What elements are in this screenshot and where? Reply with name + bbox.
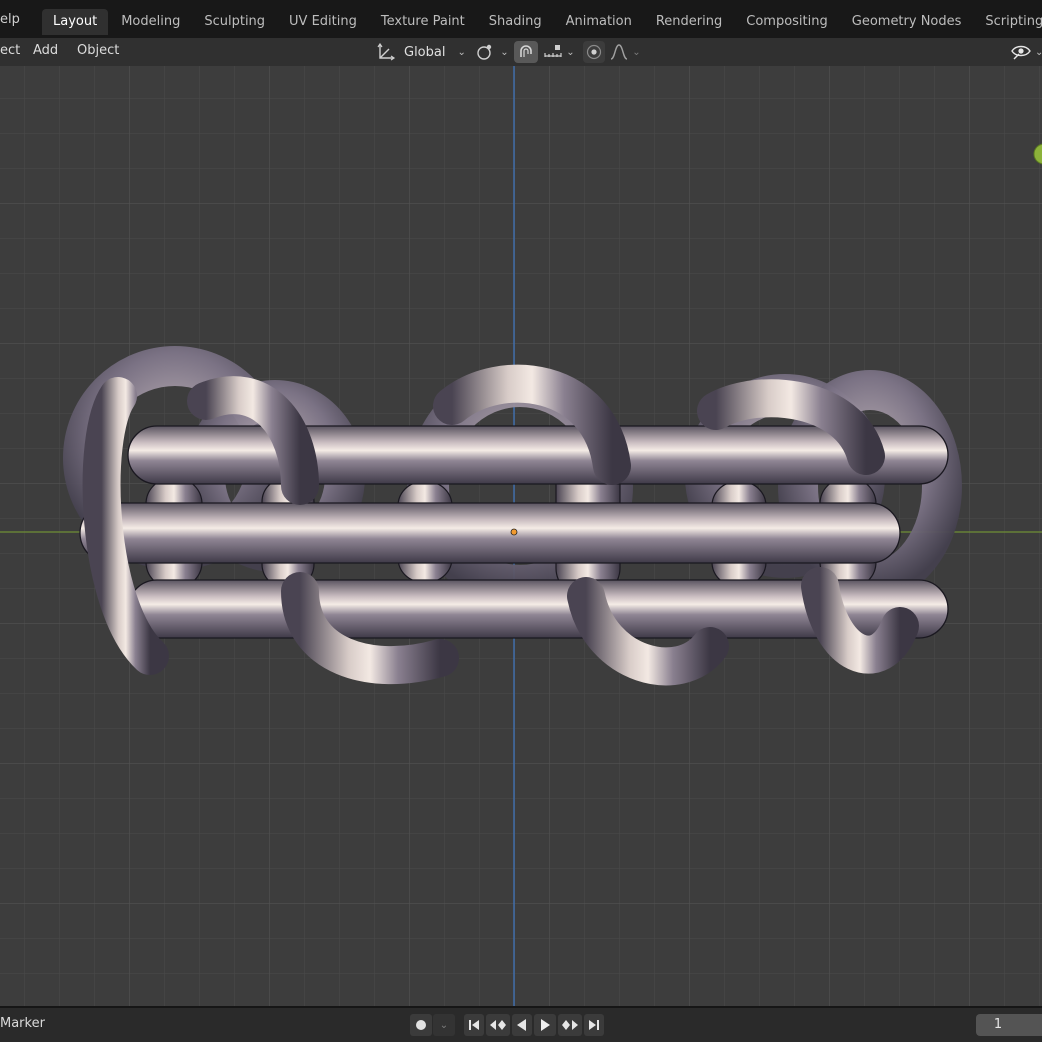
tab-texture-paint[interactable]: Texture Paint [370,9,476,35]
play-button[interactable] [534,1014,556,1036]
transform-orientation-dropdown[interactable]: Global ⌄ [372,41,468,63]
play-reverse-icon [517,1019,526,1031]
tab-animation[interactable]: Animation [555,9,643,35]
tab-modeling[interactable]: Modeling [110,9,191,35]
proportional-edit-toggle[interactable] [583,41,605,63]
tab-layout[interactable]: Layout [42,9,109,35]
jump-to-end-button[interactable] [584,1014,604,1036]
orientation-icon [377,43,396,61]
tab-shading[interactable]: Shading [478,9,553,35]
viewport-header: ect Add Object Global ⌄ ⌄ ⌄ ⌄ ⌄ [0,38,1042,66]
keying-dropdown[interactable]: ⌄ [433,1014,455,1036]
object-menu[interactable]: Object [77,43,119,58]
next-keyframe-icon [562,1020,578,1030]
tab-scripting[interactable]: Scripting [974,9,1042,35]
workspace-tabs: Layout Modeling Sculpting UV Editing Texture… [42,9,1042,35]
visibility-icon [1011,45,1031,60]
chevron-down-icon: ⌄ [439,1019,449,1031]
tab-uv-editing[interactable]: UV Editing [278,9,368,35]
middle-bar-strand [79,502,901,564]
pivot-icon [477,44,492,60]
jump-end-icon [589,1020,599,1030]
auto-keying-toggle[interactable] [410,1014,432,1036]
viewport-canvas[interactable] [0,66,1042,1006]
orientation-label: Global [404,44,446,60]
snap-increment-icon [544,45,562,57]
jump-prev-keyframe-button[interactable] [486,1014,510,1036]
timeline-bar: Marker ⌄ 1 [0,1006,1042,1042]
falloff-dropdown[interactable]: ⌄ [607,41,643,63]
tab-geometry-nodes[interactable]: Geometry Nodes [841,9,973,35]
object-visibility-dropdown[interactable]: ⌄ [1010,41,1042,63]
add-menu[interactable]: Add [33,43,58,58]
proportional-edit-icon [586,44,602,60]
jump-next-keyframe-button[interactable] [558,1014,582,1036]
top-bar-strand [127,425,949,485]
tab-compositing[interactable]: Compositing [735,9,839,35]
falloff-icon [611,44,628,60]
chevron-down-icon: ⌄ [566,46,575,58]
chevron-down-icon: ⌄ [500,46,509,58]
jump-to-start-button[interactable] [464,1014,484,1036]
record-icon [416,1020,426,1030]
help-menu[interactable]: elp [0,12,20,27]
select-menu[interactable]: ect [0,43,20,58]
snap-toggle[interactable] [514,41,538,63]
pivot-point-dropdown[interactable]: ⌄ [474,41,510,63]
object-origin-dot [510,528,518,536]
chevron-down-icon: ⌄ [632,46,641,58]
chevron-down-icon: ⌄ [457,46,466,58]
tab-rendering[interactable]: Rendering [645,9,733,35]
play-icon [541,1019,550,1031]
snap-target-dropdown[interactable]: ⌄ [540,41,578,63]
play-reverse-button[interactable] [512,1014,532,1036]
jump-start-icon [469,1020,479,1030]
snap-magnet-icon [520,45,532,57]
workspace-bar: elp Layout Modeling Sculpting UV Editing Tex… [0,0,1042,38]
tab-sculpting[interactable]: Sculpting [193,9,276,35]
3d-viewport[interactable] [0,66,1042,1006]
prev-keyframe-icon [490,1020,506,1030]
marker-menu[interactable]: Marker [0,1016,45,1031]
current-frame-field[interactable]: 1 [976,1014,1042,1036]
chevron-down-icon: ⌄ [1035,46,1042,58]
